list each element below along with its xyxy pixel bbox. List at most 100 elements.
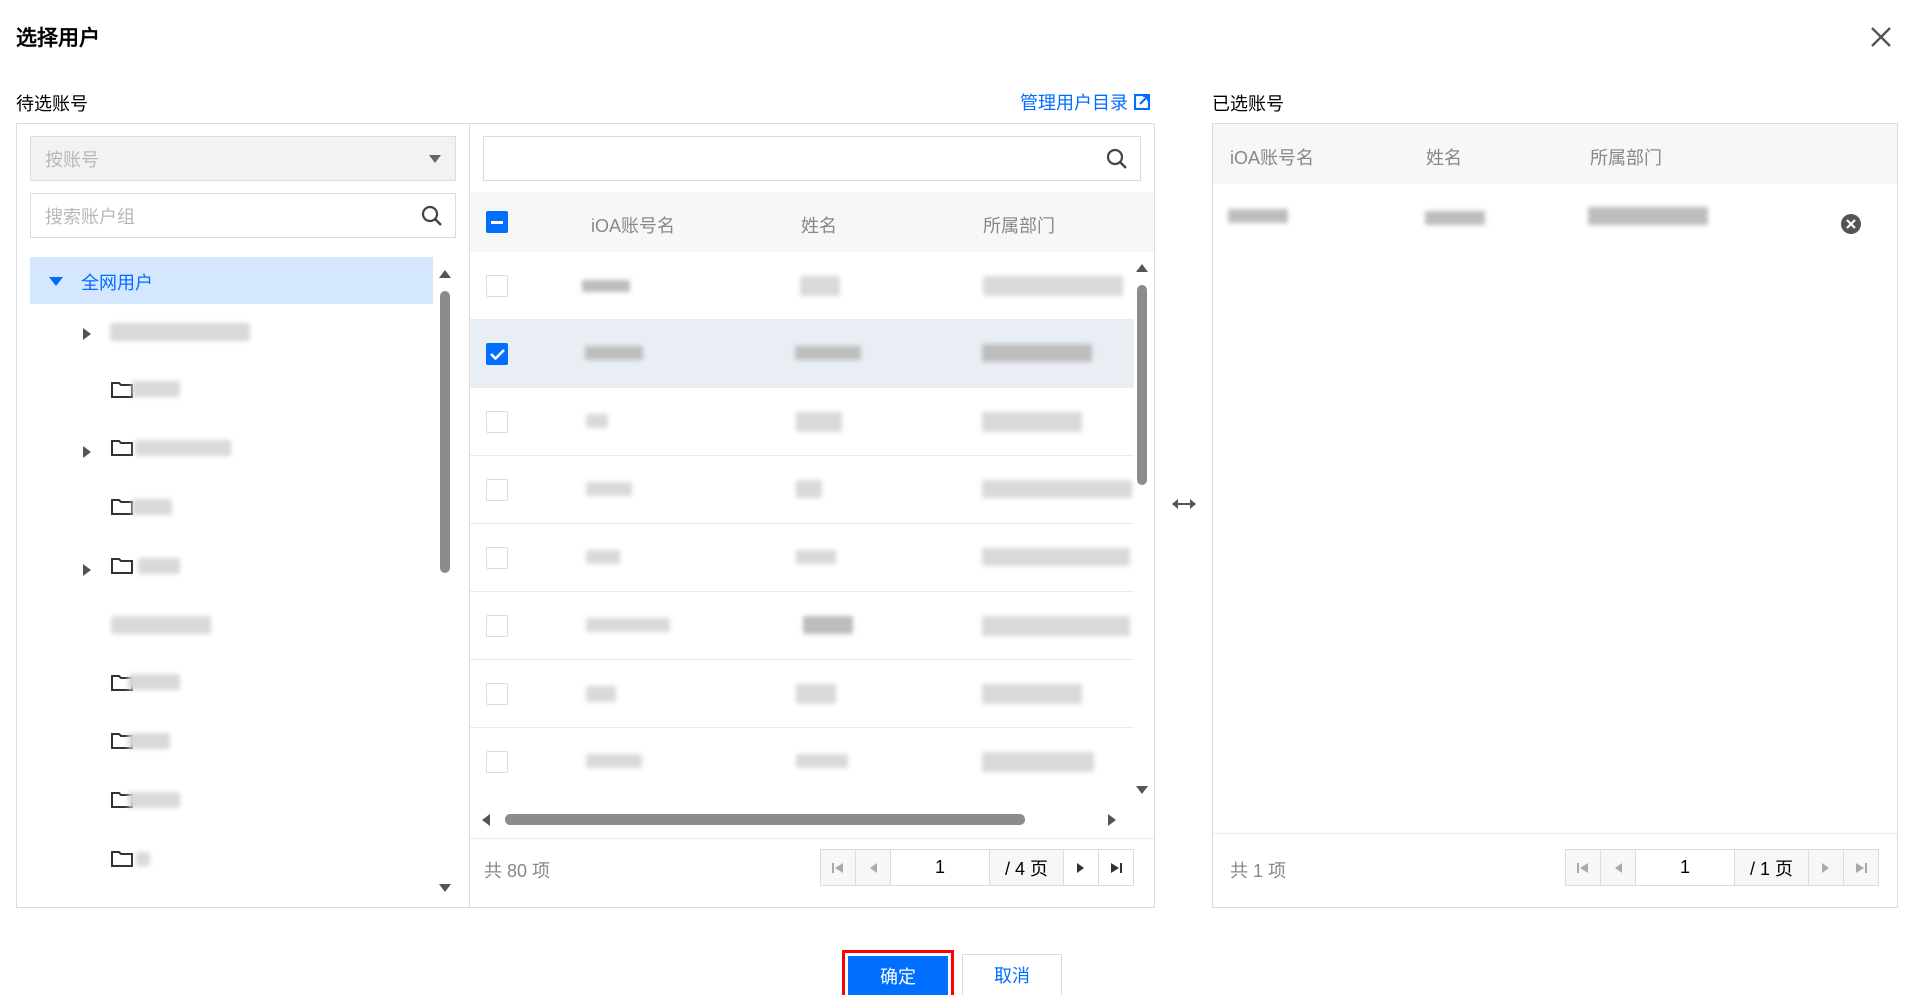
cell-blurred <box>586 618 670 632</box>
table-scrollbar-thumb[interactable] <box>1137 285 1147 485</box>
page-total: / 4 页 <box>989 849 1064 886</box>
scroll-down-arrow[interactable] <box>1136 786 1148 794</box>
tree-scrollbar-thumb[interactable] <box>440 291 450 573</box>
caret-right-icon[interactable] <box>83 328 91 340</box>
column-header-account[interactable]: iOA账号名 <box>591 212 675 238</box>
prev-page-icon[interactable] <box>1600 849 1636 886</box>
cell-blurred <box>795 346 861 360</box>
select-all-checkbox[interactable] <box>486 211 508 233</box>
cell-blurred <box>586 686 616 702</box>
row-checkbox[interactable] <box>486 683 508 705</box>
table-row-selected[interactable] <box>470 320 1134 388</box>
swap-arrows-icon <box>1172 499 1196 509</box>
page-total-label: / 4 页 <box>1004 858 1048 879</box>
tree-item-blurred[interactable] <box>132 499 172 515</box>
cell-blurred <box>800 276 840 296</box>
footer-divider <box>470 838 1154 839</box>
cell-blurred <box>796 684 836 704</box>
search-icon[interactable] <box>1106 148 1128 170</box>
tree-item-blurred[interactable] <box>138 558 180 574</box>
cell-blurred <box>982 684 1082 704</box>
folder-icon <box>111 558 133 574</box>
selected-table-row <box>1213 185 1897 253</box>
table-row[interactable] <box>470 660 1134 728</box>
tree-item-blurred[interactable] <box>128 792 180 808</box>
cell-blurred <box>1228 209 1288 223</box>
cell-blurred <box>803 616 853 634</box>
cancel-button[interactable]: 取消 <box>962 954 1062 995</box>
tree-item-blurred[interactable] <box>128 733 170 749</box>
tree-item-blurred[interactable] <box>128 674 180 690</box>
column-header-account[interactable]: iOA账号名 <box>1230 144 1314 170</box>
page-total: / 1 页 <box>1734 849 1809 886</box>
prev-page-icon[interactable] <box>855 849 891 886</box>
column-header-department[interactable]: 所属部门 <box>1590 144 1662 170</box>
cell-blurred <box>586 414 608 428</box>
table-row[interactable] <box>470 388 1134 456</box>
table-row[interactable] <box>470 524 1134 592</box>
remove-circle-icon[interactable] <box>1840 213 1862 235</box>
scroll-up-arrow[interactable] <box>439 270 451 278</box>
row-checkbox[interactable] <box>486 751 508 773</box>
table-row[interactable] <box>470 728 1134 796</box>
cell-blurred <box>982 480 1132 498</box>
cell-blurred <box>1588 207 1708 225</box>
manage-link-label: 管理用户目录 <box>1020 93 1128 113</box>
user-search-input[interactable] <box>483 136 1141 181</box>
caret-right-icon[interactable] <box>83 446 91 458</box>
column-header-name[interactable]: 姓名 <box>1426 144 1462 170</box>
folder-icon <box>111 851 133 867</box>
cell-blurred <box>796 754 848 768</box>
external-link-icon <box>1134 94 1150 110</box>
next-page-icon[interactable] <box>1063 849 1099 886</box>
group-search-placeholder: 搜索账户组 <box>45 206 135 227</box>
scroll-left-arrow[interactable] <box>482 814 490 826</box>
table-row[interactable] <box>470 592 1134 660</box>
row-checkbox[interactable] <box>486 411 508 433</box>
tree-item-blurred[interactable] <box>132 381 180 397</box>
footer-divider <box>1213 833 1897 834</box>
tree-item-blurred[interactable] <box>135 440 231 456</box>
first-page-icon[interactable] <box>1565 849 1601 886</box>
close-icon[interactable] <box>1868 24 1894 50</box>
selected-accounts-label: 已选账号 <box>1212 94 1284 114</box>
scroll-up-arrow[interactable] <box>1136 264 1148 272</box>
row-checkbox[interactable] <box>486 479 508 501</box>
last-page-icon[interactable] <box>1843 849 1879 886</box>
row-checkbox-checked[interactable] <box>486 343 508 365</box>
scroll-down-arrow[interactable] <box>439 884 451 892</box>
page-number-input[interactable]: 1 <box>890 849 990 886</box>
next-page-icon[interactable] <box>1808 849 1844 886</box>
tree-item-all-users[interactable]: 全网用户 <box>30 257 433 304</box>
cell-blurred <box>982 752 1094 772</box>
tree-root-label: 全网用户 <box>81 273 153 293</box>
account-type-dropdown[interactable]: 按账号 <box>30 136 456 181</box>
search-icon[interactable] <box>421 205 443 227</box>
manage-user-directory-link[interactable]: 管理用户目录 <box>1020 89 1150 115</box>
tree-item-blurred[interactable] <box>111 616 211 634</box>
first-page-icon[interactable] <box>820 849 856 886</box>
page-current: 1 <box>934 857 945 877</box>
group-search-input[interactable]: 搜索账户组 <box>30 193 456 238</box>
row-checkbox[interactable] <box>486 275 508 297</box>
column-header-name[interactable]: 姓名 <box>801 212 837 238</box>
confirm-button[interactable]: 确定 <box>848 956 948 995</box>
candidate-accounts-label: 待选账号 <box>16 94 88 114</box>
row-checkbox[interactable] <box>486 547 508 569</box>
dropdown-value: 按账号 <box>45 149 99 170</box>
tree-item-blurred[interactable] <box>136 852 150 866</box>
row-checkbox[interactable] <box>486 615 508 637</box>
table-row[interactable] <box>470 456 1134 524</box>
selected-table-header <box>1213 124 1897 184</box>
scroll-right-arrow[interactable] <box>1108 814 1116 826</box>
cell-blurred <box>586 754 642 768</box>
column-header-department[interactable]: 所属部门 <box>983 212 1055 238</box>
page-number-input[interactable]: 1 <box>1635 849 1735 886</box>
folder-icon <box>111 499 133 515</box>
last-page-icon[interactable] <box>1098 849 1134 886</box>
horizontal-scrollbar-thumb[interactable] <box>505 814 1025 825</box>
caret-right-icon[interactable] <box>83 564 91 576</box>
caret-down-icon[interactable] <box>49 277 63 286</box>
tree-item-blurred[interactable] <box>110 323 250 341</box>
table-row[interactable] <box>470 252 1134 320</box>
